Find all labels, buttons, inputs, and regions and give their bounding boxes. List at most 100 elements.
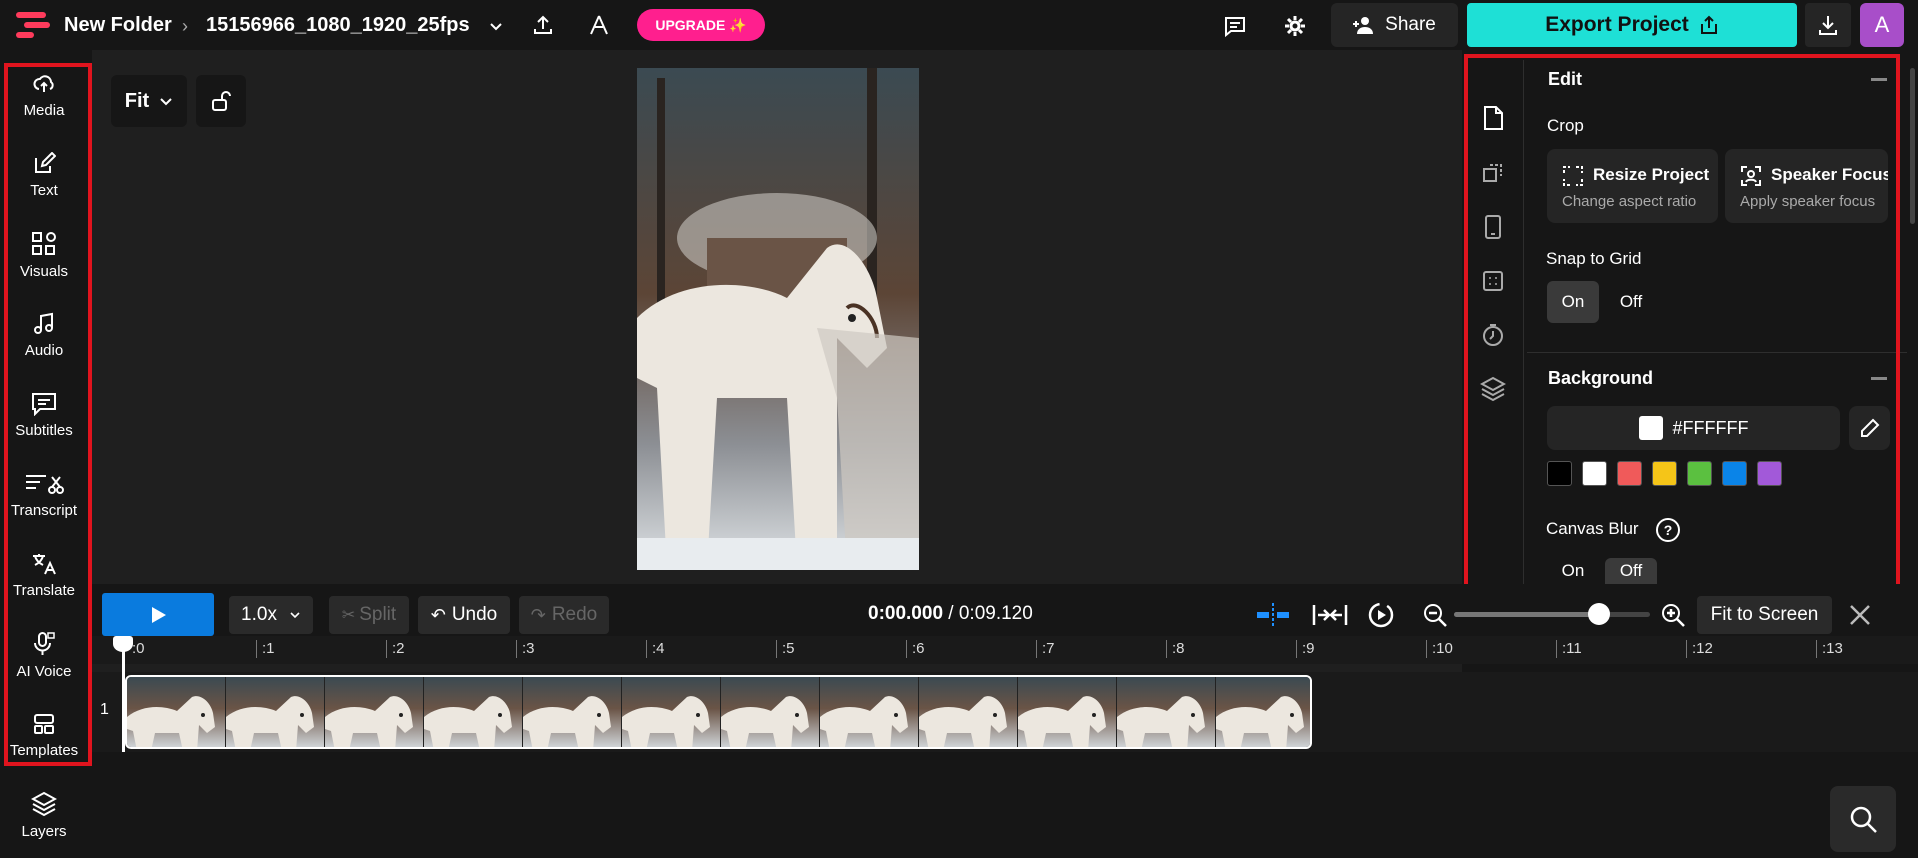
panel-tab-duplicate[interactable] [1478,158,1508,188]
blur-off-toggle[interactable]: Off [1605,558,1657,584]
brand-kit-icon[interactable] [584,10,614,40]
sidebar-item-visuals[interactable]: Visuals [0,216,88,294]
sidebar-item-translate[interactable]: Translate [0,536,88,614]
swatch-green[interactable] [1687,461,1712,486]
sidebar-item-templates[interactable]: Templates [0,696,88,774]
close-gaps-icon[interactable] [1310,600,1350,630]
video-preview[interactable] [637,68,919,570]
playhead-handle[interactable] [113,636,133,652]
panel-scrollbar[interactable] [1910,68,1915,224]
help-question-icon[interactable]: ? [1656,518,1680,542]
panel-tab-layers[interactable] [1478,374,1508,404]
undo-button[interactable]: ↶ Undo [418,596,510,634]
search-button[interactable] [1830,786,1896,852]
play-button[interactable] [102,593,214,636]
upload-cloud-icon [33,74,54,92]
background-color-input[interactable]: #FFFFFF [1547,406,1840,450]
zoom-slider-thumb[interactable] [1588,603,1611,625]
snap-magnet-icon[interactable] [1255,600,1291,630]
collapse-edit-icon[interactable] [1871,78,1887,81]
sidebar-item-label: Text [30,181,58,199]
playback-speed-dropdown[interactable]: 1.0x [229,596,313,634]
panel-tab-mobile[interactable] [1478,212,1508,242]
microphone-icon [34,631,55,655]
sidebar-item-transcript[interactable]: Transcript [0,456,88,534]
play-icon [152,606,166,623]
upload-icon[interactable] [528,10,558,40]
sidebar-item-label: Visuals [19,262,69,280]
time-readout: 0:00.000 / 0:09.120 [868,603,1033,625]
zoom-out-icon[interactable] [1420,600,1450,630]
scissors-icon: ✂ [341,607,356,624]
sidebar-item-subtitles[interactable]: Subtitles [0,376,88,454]
swatch-purple[interactable] [1757,461,1782,486]
redo-label: Redo [551,604,598,625]
close-timeline-icon[interactable] [1845,600,1875,630]
clip-thumbnail [622,677,721,747]
ruler-label: :5 [782,640,795,657]
panel-tab-grid[interactable] [1478,266,1508,296]
sidebar-item-label: Subtitles [15,421,73,439]
swatch-black[interactable] [1547,461,1572,486]
playback-loop-icon[interactable] [1366,600,1396,630]
swatch-blue[interactable] [1722,461,1747,486]
breadcrumb-chevron-icon: › [182,16,188,36]
ruler-label: :0 [132,640,145,657]
transcript-icon [26,474,64,494]
redo-button[interactable]: ↷ Redo [519,596,609,634]
ruler-label: :6 [912,640,925,657]
panel-tab-timer[interactable] [1478,320,1508,350]
panel-tab-edit[interactable] [1478,103,1508,133]
eyedropper-button[interactable] [1849,406,1890,450]
zoom-slider-track[interactable] [1454,603,1650,625]
speaker-focus-icon [1741,166,1761,186]
project-filename[interactable]: 15156966_1080_1920_25fps [206,14,470,37]
eyedropper-icon [1860,418,1879,437]
swatch-white[interactable] [1582,461,1607,486]
timeline-ruler[interactable] [92,636,1918,664]
speaker-focus-title: Speaker Focus [1771,165,1888,184]
sidebar-item-media[interactable]: Media [0,56,88,134]
export-project-button[interactable]: Export Project [1467,3,1797,47]
app-logo-icon[interactable] [16,12,52,38]
fit-dropdown[interactable]: Fit [111,75,187,127]
fit-to-screen-button[interactable]: Fit to Screen [1697,596,1832,634]
lock-aspect-button[interactable] [196,75,246,127]
ruler-label: :10 [1432,640,1453,657]
background-section-title: Background [1548,368,1654,388]
settings-gear-icon[interactable] [1280,11,1310,41]
music-note-icon [34,312,53,334]
clip-thumbnail [226,677,325,747]
track-number: 1 [100,701,109,718]
ruler-tick [1556,640,1557,658]
swatch-red[interactable] [1617,461,1642,486]
upgrade-button[interactable]: UPGRADE ✨ [637,9,765,41]
download-button[interactable] [1805,3,1851,47]
sidebar-item-layers[interactable]: Layers [0,776,88,854]
user-avatar[interactable]: A [1860,3,1904,47]
video-clip[interactable] [125,675,1312,749]
share-button[interactable]: Share [1331,3,1458,47]
sidebar-item-label: Layers [21,822,67,840]
ruler-tick [1816,640,1817,658]
clip-thumbnail [325,677,424,747]
clip-thumbnail [1216,677,1310,747]
ruler-tick [906,640,907,658]
snap-off-toggle[interactable]: Off [1605,281,1657,323]
speaker-focus-button[interactable]: Speaker Focus Apply speaker focus [1725,149,1888,223]
comment-icon[interactable] [1220,11,1250,41]
blur-on-toggle[interactable]: On [1547,558,1599,584]
split-button[interactable]: ✂ Split [329,596,409,634]
folder-name[interactable]: New Folder [64,14,172,37]
sidebar-item-text[interactable]: Text [0,136,88,214]
zoom-in-icon[interactable] [1658,600,1688,630]
resize-project-button[interactable]: Resize Project Change aspect ratio [1547,149,1718,223]
download-icon [1819,16,1837,35]
ruler-label: :4 [652,640,665,657]
chevron-down-icon[interactable] [484,14,508,38]
swatch-yellow[interactable] [1652,461,1677,486]
collapse-background-icon[interactable] [1871,377,1887,380]
sidebar-item-ai-voice[interactable]: AI Voice [0,616,88,694]
sidebar-item-audio[interactable]: Audio [0,296,88,374]
snap-on-toggle[interactable]: On [1547,281,1599,323]
